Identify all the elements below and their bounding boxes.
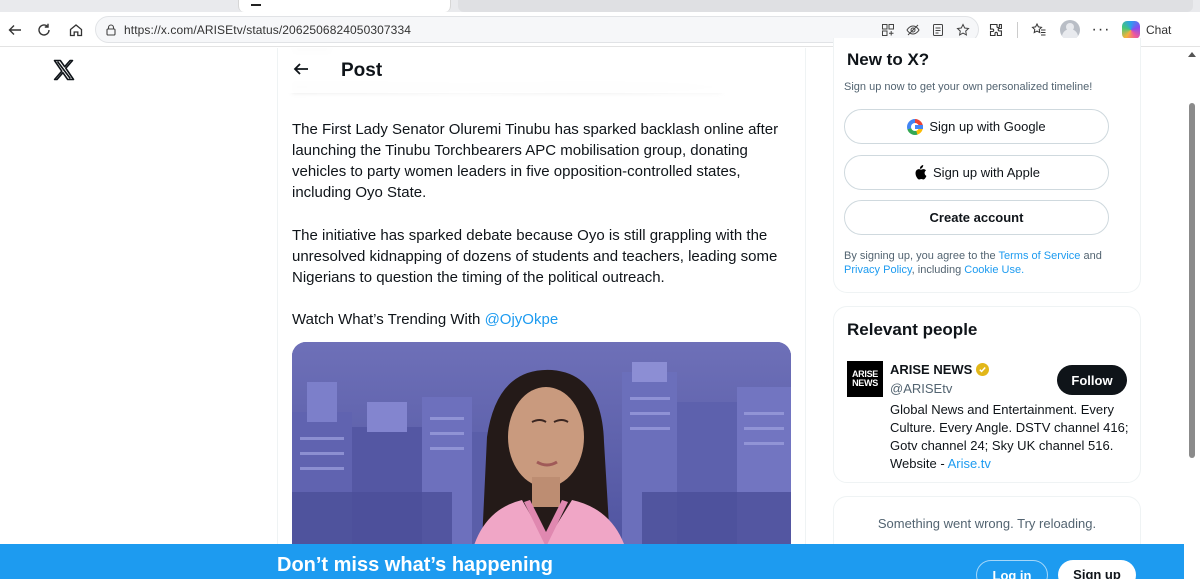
browser-tab-active[interactable] <box>238 0 451 12</box>
follow-button[interactable]: Follow <box>1057 365 1127 395</box>
relevant-people-card: Relevant people ARISE NEWS ARISE NEWS @A… <box>833 306 1141 483</box>
login-button[interactable]: Log in <box>976 560 1048 579</box>
website-link[interactable]: Arise.tv <box>948 456 991 471</box>
person-handle[interactable]: @ARISEtv <box>890 381 952 396</box>
person-name-text[interactable]: ARISE NEWS <box>890 362 972 377</box>
page-scrollbar[interactable] <box>1184 48 1200 579</box>
signup-card: New to X? Sign up now to get your own pe… <box>833 38 1141 293</box>
browser-tab[interactable] <box>0 0 225 12</box>
apple-icon <box>915 165 927 180</box>
cookie-link[interactable]: Cookie Use. <box>964 264 1024 276</box>
tab-strip <box>0 0 1200 12</box>
x-logo-icon[interactable] <box>52 58 76 82</box>
x-tab-icon <box>251 0 261 6</box>
apple-signup-label: Sign up with Apple <box>933 165 1040 180</box>
url-text[interactable]: https://x.com/ARISEtv/status/20625068240… <box>124 23 411 37</box>
back-arrow-icon[interactable] <box>292 60 310 78</box>
copilot-icon <box>1122 21 1140 39</box>
toolbar-divider <box>1017 22 1018 38</box>
follow-label: Follow <box>1071 372 1113 388</box>
reader-mode-icon[interactable] <box>929 21 947 39</box>
back-icon[interactable] <box>2 17 28 43</box>
signup-label: Sign up <box>1073 567 1121 579</box>
avatar-text: NEWS <box>852 378 878 388</box>
google-icon <box>907 118 924 135</box>
favorite-star-icon[interactable] <box>954 21 972 39</box>
signup-button[interactable]: Sign up <box>1058 560 1136 579</box>
refresh-icon[interactable] <box>31 17 57 43</box>
post-column: Post The First Lady Senator Oluremi Tinu… <box>277 48 806 579</box>
bottom-bar-message: Don’t miss what’s happening <box>277 554 553 576</box>
error-message: Something went wrong. Try reloading. <box>877 516 1097 531</box>
page-title: Post <box>341 60 383 81</box>
google-signup-button[interactable]: Sign up with Google <box>844 109 1109 144</box>
signup-title: New to X? <box>847 50 930 69</box>
arise-news-avatar[interactable]: ARISE NEWS <box>847 361 883 397</box>
bio-text: Global News and Entertainment. Every Cul… <box>890 402 1129 471</box>
tracking-prevention-icon[interactable] <box>904 21 922 39</box>
mention-link[interactable]: @OjyOkpe <box>485 311 559 328</box>
scroll-up-arrow-icon[interactable] <box>1188 52 1196 57</box>
post-header: Post <box>278 48 805 93</box>
lock-icon[interactable] <box>104 23 118 37</box>
legal-text: , including <box>911 264 965 276</box>
post-paragraph: The First Lady Senator Oluremi Tinubu ha… <box>292 121 779 201</box>
legal-text: and <box>1080 250 1102 262</box>
browser-tab[interactable] <box>458 0 1193 12</box>
person-name[interactable]: ARISE NEWS <box>890 362 990 377</box>
profile-avatar-icon[interactable] <box>1060 20 1080 40</box>
bottom-signup-bar: Don’t miss what’s happening Log in Sign … <box>0 544 1184 579</box>
apple-signup-button[interactable]: Sign up with Apple <box>844 155 1109 190</box>
signup-subtitle: Sign up now to get your own personalized… <box>844 81 1093 93</box>
chat-button[interactable]: Chat <box>1122 21 1171 39</box>
home-icon[interactable] <box>63 17 89 43</box>
legal-text: By signing up, you agree to the <box>844 250 999 262</box>
google-signup-label: Sign up with Google <box>929 119 1046 134</box>
post-paragraph: The initiative has sparked debate becaus… <box>292 227 778 286</box>
person-bio: Global News and Entertainment. Every Cul… <box>890 401 1130 473</box>
create-account-label: Create account <box>929 210 1024 225</box>
privacy-link[interactable]: Privacy Policy <box>844 264 912 276</box>
verified-badge-icon <box>976 363 990 376</box>
relevant-people-title: Relevant people <box>847 320 978 339</box>
scrollbar-thumb[interactable] <box>1189 103 1195 458</box>
create-account-button[interactable]: Create account <box>844 200 1109 235</box>
app-available-icon[interactable] <box>879 21 897 39</box>
signup-legal-text: By signing up, you agree to the Terms of… <box>844 249 1134 277</box>
chat-label: Chat <box>1146 23 1172 37</box>
watch-prefix: Watch What’s Trending With <box>292 311 485 328</box>
login-label: Log in <box>992 568 1032 579</box>
post-watch-line: Watch What’s Trending With @OjyOkpe <box>292 309 792 330</box>
terms-link[interactable]: Terms of Service <box>999 250 1081 262</box>
